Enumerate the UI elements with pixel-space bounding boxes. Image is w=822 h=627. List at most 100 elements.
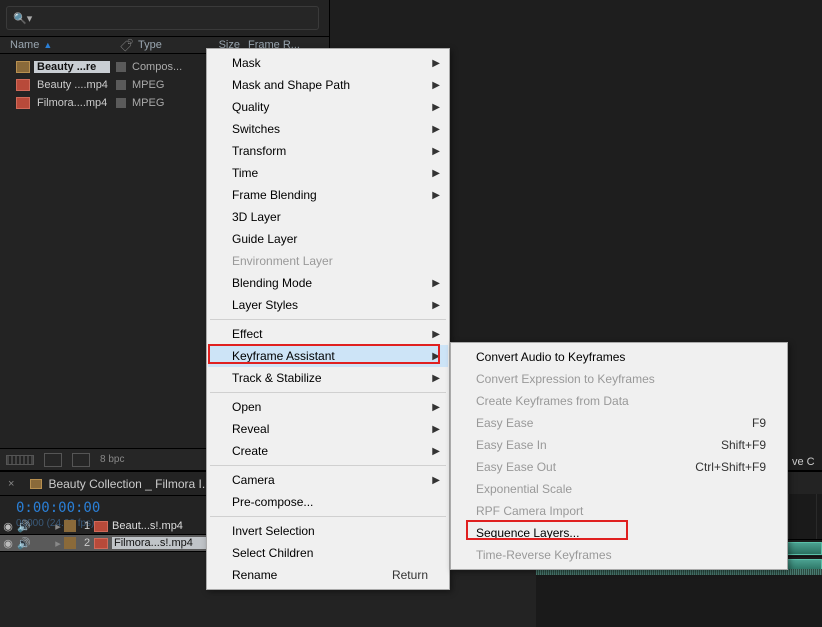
layer-color-swatch[interactable] (64, 520, 76, 532)
menu-item[interactable]: Transform ▶ (208, 140, 448, 162)
menu-item[interactable]: Camera▶ (208, 469, 448, 491)
menu-item[interactable]: Keyframe Assistant▶ (208, 345, 448, 367)
menu-separator (210, 319, 446, 320)
search-icon: 🔍▾ (13, 12, 32, 25)
footer-flowchart-icon[interactable] (6, 455, 34, 465)
submenu-arrow-icon: ▶ (432, 329, 440, 340)
menu-item[interactable]: Effect ▶ (208, 323, 448, 345)
menu-item[interactable]: Switches▶ (208, 118, 448, 140)
menu-item[interactable]: Guide Layer (208, 228, 448, 250)
menu-item-label: Guide Layer (232, 232, 297, 246)
menu-item-label: Time (232, 166, 258, 180)
menu-item: Easy Ease In Shift+F9 (452, 434, 786, 456)
menu-item[interactable]: Create▶ (208, 440, 448, 462)
submenu-arrow-icon: ▶ (432, 102, 440, 113)
mpeg-icon (16, 79, 30, 91)
layer-context-menu: Mask▶Mask and Shape Path▶Quality▶Switche… (206, 48, 450, 590)
menu-item[interactable]: 3D Layer (208, 206, 448, 228)
menu-item-label: Mask (232, 56, 261, 70)
sort-arrow-icon: ▲ (43, 40, 52, 50)
new-comp-icon[interactable] (72, 453, 90, 467)
submenu-arrow-icon: ▶ (432, 402, 440, 413)
visibility-toggle[interactable]: ◉ (0, 520, 16, 533)
menu-item-label: Select Children (232, 546, 313, 560)
bpc-label[interactable]: 8 bpc (100, 454, 124, 465)
menu-item: Environment Layer (208, 250, 448, 272)
project-search[interactable]: 🔍▾ (6, 6, 319, 30)
menu-item-label: Rename (232, 568, 277, 582)
menu-item-label: Mask and Shape Path (232, 78, 350, 92)
menu-item[interactable]: Layer Styles▶ (208, 294, 448, 316)
menu-separator (210, 516, 446, 517)
menu-item[interactable]: Track & Stabilize▶ (208, 367, 448, 389)
menu-item[interactable]: Time ▶ (208, 162, 448, 184)
menu-item: Exponential Scale (452, 478, 786, 500)
menu-item: Time-Reverse Keyframes (452, 544, 786, 566)
comp-tab-icon (30, 479, 42, 489)
project-item-type: MPEG (132, 97, 192, 109)
tag-icon: 🏷 (120, 37, 134, 52)
menu-item: RPF Camera Import (452, 500, 786, 522)
menu-item[interactable]: Convert Audio to Keyframes (452, 346, 786, 368)
project-item-name: Beauty ....mp4 (34, 79, 110, 91)
menu-item[interactable]: Mask▶ (208, 52, 448, 74)
comp-tab[interactable]: Beauty Collection _ Filmora I... (20, 472, 221, 495)
visibility-toggle[interactable]: ◉ (0, 537, 16, 550)
menu-item-label: Effect (232, 327, 262, 341)
menu-item[interactable]: Sequence Layers... (452, 522, 786, 544)
menu-item[interactable]: Blending Mode▶ (208, 272, 448, 294)
menu-shortcut: Shift+F9 (721, 438, 766, 452)
tag-swatch[interactable] (116, 62, 126, 72)
composition-icon (16, 61, 30, 73)
menu-item-label: RPF Camera Import (476, 504, 583, 518)
menu-item-label: Quality (232, 100, 269, 114)
audio-toggle[interactable]: 🔊 (16, 537, 32, 550)
audio-toggle[interactable]: 🔊 (16, 520, 32, 533)
submenu-arrow-icon: ▶ (432, 168, 440, 179)
col-type-label: Type (138, 39, 188, 51)
cropped-right-text: ve C (792, 456, 822, 470)
menu-item-label: Open (232, 400, 261, 414)
submenu-arrow-icon: ▶ (432, 190, 440, 201)
menu-item-label: Convert Audio to Keyframes (476, 350, 625, 364)
menu-item[interactable]: Pre-compose... (208, 491, 448, 513)
submenu-arrow-icon: ▶ (432, 146, 440, 157)
menu-item[interactable]: Open ▶ (208, 396, 448, 418)
menu-item-label: Frame Blending (232, 188, 317, 202)
menu-item-label: Switches (232, 122, 280, 136)
submenu-arrow-icon: ▶ (432, 300, 440, 311)
menu-item[interactable]: Frame Blending ▶ (208, 184, 448, 206)
menu-item[interactable]: Mask and Shape Path▶ (208, 74, 448, 96)
menu-item[interactable]: Quality ▶ (208, 96, 448, 118)
tag-swatch[interactable] (116, 98, 126, 108)
expand-arrow-icon[interactable]: ▸ (52, 537, 64, 550)
tab-close-icon[interactable]: × (8, 478, 14, 490)
submenu-arrow-icon: ▶ (432, 278, 440, 289)
menu-item-label: Environment Layer (232, 254, 333, 268)
menu-item-label: Camera (232, 473, 275, 487)
menu-item-label: Reveal (232, 422, 269, 436)
submenu-arrow-icon: ▶ (432, 446, 440, 457)
timecode-display[interactable]: 0:00:00:00 (16, 500, 100, 516)
menu-item[interactable]: RenameReturn (208, 564, 448, 586)
menu-item-label: Pre-compose... (232, 495, 313, 509)
col-name-label: Name (10, 39, 39, 51)
layer-index: 1 (80, 520, 94, 532)
menu-item[interactable]: Reveal▶ (208, 418, 448, 440)
tag-swatch[interactable] (116, 80, 126, 90)
menu-item-label: Easy Ease In (476, 438, 547, 452)
menu-separator (210, 465, 446, 466)
menu-item-label: Sequence Layers... (476, 526, 579, 540)
search-input[interactable] (36, 11, 312, 25)
expand-arrow-icon[interactable]: ▸ (52, 520, 64, 533)
menu-item-label: Keyframe Assistant (232, 349, 335, 363)
folder-icon[interactable] (44, 453, 62, 467)
layer-color-swatch[interactable] (64, 537, 76, 549)
menu-item[interactable]: Select Children (208, 542, 448, 564)
menu-item-label: Transform (232, 144, 286, 158)
layer-index: 2 (80, 537, 94, 549)
menu-item-label: Easy Ease Out (476, 460, 556, 474)
menu-item[interactable]: Invert Selection (208, 520, 448, 542)
menu-item-label: Convert Expression to Keyframes (476, 372, 655, 386)
menu-item: Easy Ease OutCtrl+Shift+F9 (452, 456, 786, 478)
